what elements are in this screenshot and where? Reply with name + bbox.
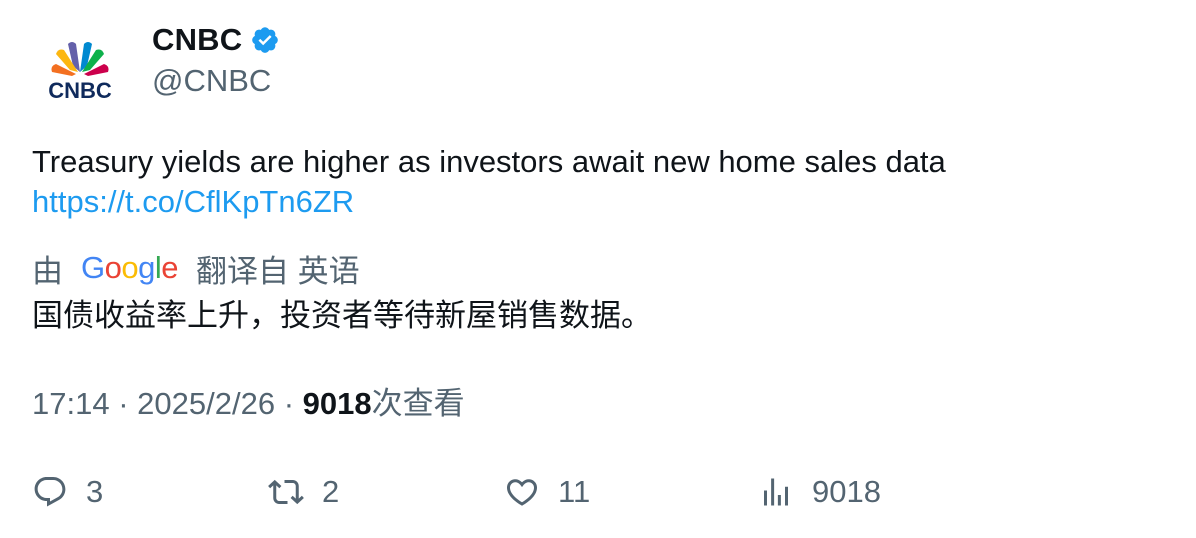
heart-icon — [506, 479, 538, 506]
views-label: 次查看 — [371, 386, 465, 421]
bar-chart-icon — [764, 478, 788, 506]
retweet-icon — [268, 479, 304, 505]
views-action-count: 9018 — [812, 474, 881, 509]
avatar-wordmark: CNBC — [48, 78, 112, 103]
reply-button[interactable]: 3 — [32, 470, 103, 514]
views-count: 9018 — [302, 386, 372, 421]
meta-separator: · — [283, 386, 295, 421]
tweet-time[interactable]: 17:14 — [32, 386, 110, 421]
cnbc-peacock-logo-icon: CNBC — [48, 42, 112, 103]
translated-text: 国债收益率上升，投资者等待新屋销售数据。 — [32, 298, 652, 333]
tweet-link[interactable]: https://t.co/CflKpTn6ZR — [32, 182, 354, 222]
author-name-row[interactable]: CNBC — [152, 22, 280, 58]
verified-badge-icon[interactable] — [250, 25, 280, 55]
tweet-date[interactable]: 2025/2/26 — [137, 386, 275, 421]
like-count: 11 — [558, 474, 591, 509]
translation-prefix: 由 — [32, 253, 63, 289]
tweet-card: CNBC CNBC @CNBC Treasury yields are high… — [0, 0, 1196, 538]
author-handle[interactable]: @CNBC — [152, 63, 271, 99]
views-button[interactable]: 9018 — [758, 470, 881, 514]
author-avatar[interactable]: CNBC — [32, 28, 128, 124]
google-logo: Google — [81, 250, 179, 285]
like-button[interactable]: 11 — [504, 470, 590, 514]
author-display-name[interactable]: CNBC — [152, 22, 242, 58]
reply-icon — [34, 477, 66, 507]
translation-suffix[interactable]: 翻译自 英语 — [196, 246, 360, 291]
meta-separator: · — [118, 386, 129, 421]
retweet-count: 2 — [322, 474, 340, 509]
tweet-meta: 17:14 · 2025/2/26 · 9018次查看 — [32, 384, 465, 424]
tweet-text: Treasury yields are higher as investors … — [32, 144, 946, 179]
reply-count: 3 — [86, 474, 104, 509]
action-bar: 3 2 11 9018 — [0, 470, 1196, 514]
translation-attribution: 由 Google 翻译自 英语 — [32, 246, 360, 290]
retweet-button[interactable]: 2 — [268, 470, 339, 514]
